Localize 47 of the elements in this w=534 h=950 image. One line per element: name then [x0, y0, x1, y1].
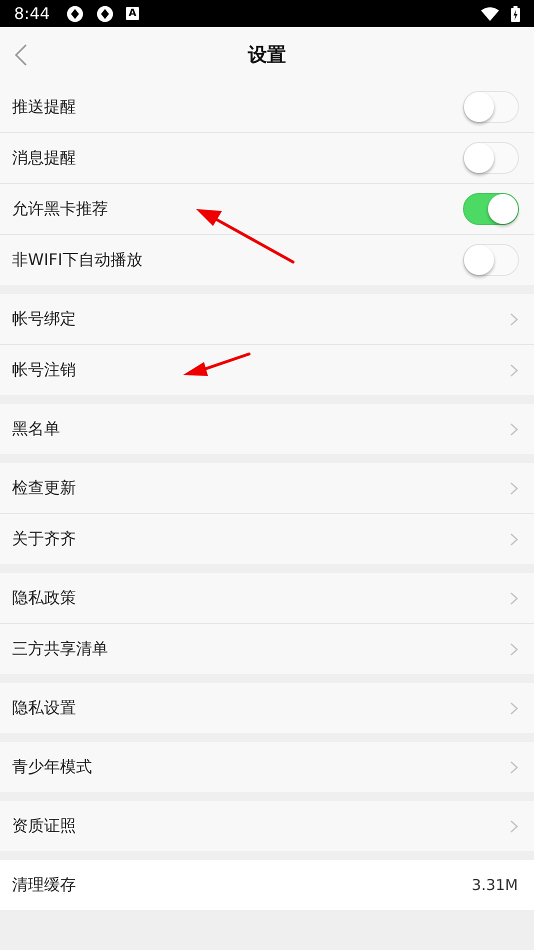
chevron-icon: [510, 820, 518, 832]
setting-label: 允许黑卡推荐: [12, 198, 108, 220]
wifi-icon: [481, 6, 499, 20]
settings-item[interactable]: 青少年模式: [0, 742, 534, 792]
settings-item[interactable]: 清理缓存 3.31M: [0, 860, 534, 910]
settings-item[interactable]: 三方共享清单: [0, 624, 534, 674]
chevron-icon: [510, 760, 518, 774]
chevron-icon: [510, 312, 518, 326]
chevron-icon: [510, 702, 518, 714]
setting-label: 消息提醒: [12, 148, 76, 168]
chevron-icon: [510, 642, 518, 656]
setting-label: 隐私设置: [12, 698, 76, 718]
setting-label: 关于齐齐: [12, 528, 76, 550]
annotation-arrow: [183, 352, 250, 376]
status-time: 8:44: [14, 4, 50, 23]
chevron-icon: [510, 482, 518, 494]
aperture-icon: [66, 4, 84, 22]
aperture-icon: [96, 4, 114, 22]
settings-item[interactable]: 检查更新: [0, 463, 534, 514]
settings-item[interactable]: 资质证照: [0, 801, 534, 851]
settings-item[interactable]: 黑名单: [0, 404, 534, 454]
setting-label: 黑名单: [12, 418, 60, 440]
setting-label: 帐号绑定: [12, 308, 76, 330]
setting-label: 推送提醒: [12, 96, 76, 118]
settings-item[interactable]: 隐私设置: [0, 683, 534, 733]
setting-label: 非WIFI下自动播放: [12, 250, 142, 270]
setting-label: 检查更新: [12, 478, 76, 498]
setting-label: 隐私政策: [12, 588, 76, 608]
notification-icon: A: [126, 7, 139, 20]
settings-item[interactable]: 隐私政策: [0, 573, 534, 624]
setting-label: 青少年模式: [12, 756, 92, 778]
page-title: 设置: [248, 42, 286, 68]
battery-icon: [511, 6, 520, 22]
setting-label: 帐号注销: [12, 360, 76, 380]
settings-item[interactable]: 关于齐齐: [0, 514, 534, 564]
toggle-switch[interactable]: [463, 193, 519, 225]
setting-label: 清理缓存: [12, 874, 76, 896]
chevron-icon: [510, 592, 518, 604]
chevron-icon: [510, 532, 518, 546]
setting-label: 三方共享清单: [12, 638, 108, 660]
chevron-icon: [510, 422, 518, 436]
cache-size: 3.31M: [472, 876, 518, 894]
chevron-icon: [510, 364, 518, 376]
settings-item[interactable]: 帐号注销: [0, 345, 534, 395]
setting-label: 资质证照: [12, 816, 76, 836]
back-icon[interactable]: [14, 44, 28, 66]
settings-item[interactable]: 帐号绑定: [0, 294, 534, 345]
